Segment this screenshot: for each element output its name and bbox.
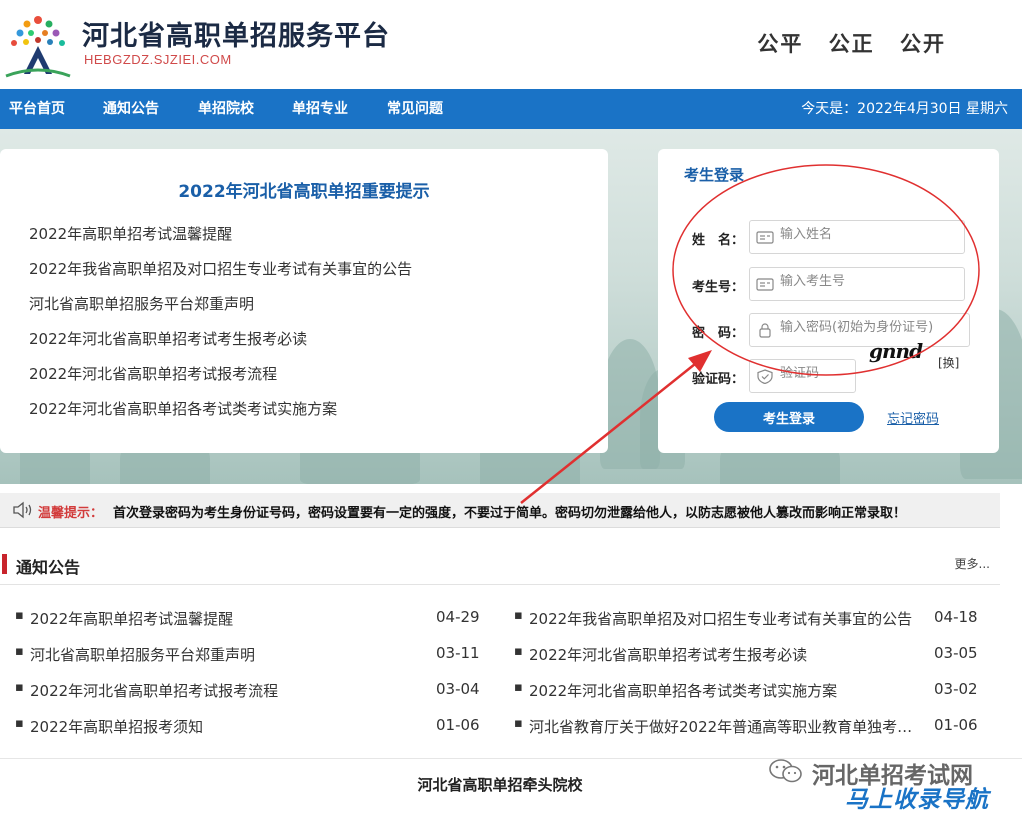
watermark-logo: 马上收录导航 [845, 787, 989, 813]
notice-item-title[interactable]: 2022年我省高职单招及对口招生专业考试有关事宜的公告 [529, 608, 934, 629]
slogan-item: 公平 [757, 31, 804, 56]
notice-item-date: 03-04 [436, 680, 480, 698]
name-input[interactable] [780, 227, 960, 242]
notice-item-date: 04-29 [436, 608, 480, 626]
tip-link[interactable]: 2022年高职单招考试温馨提醒 [29, 223, 412, 258]
notice-item[interactable]: ▪ 河北省教育厅关于做好2022年普通高等职业教育单独考… 01-06 [514, 714, 994, 750]
tips-title: 2022年河北省高职单招重要提示 [178, 182, 430, 202]
warm-tip-text: 首次登录密码为考生身份证号码，密码设置要有一定的强度，不要过于简单。密码切勿泄露… [113, 506, 907, 521]
bullet-icon: ▪ [15, 680, 24, 695]
notice-item[interactable]: ▪ 2022年河北省高职单招各考试类考试实施方案 03-02 [514, 678, 994, 714]
main-nav: 平台首页 通知公告 单招院校 单招专业 常见问题 今天是：2022年4月30日 … [0, 89, 1022, 129]
tip-link[interactable]: 2022年河北省高职单招考试考生报考必读 [29, 328, 412, 363]
notice-item[interactable]: ▪ 2022年我省高职单招及对口招生专业考试有关事宜的公告 04-18 [514, 606, 994, 642]
site-header: 河北省高职单招服务平台 HEBGZDZ.SJZIEI.COM 公平 公正 公开 [0, 0, 1022, 89]
password-input[interactable] [780, 320, 968, 335]
id-card-icon [756, 231, 774, 244]
site-logo-icon[interactable] [0, 6, 76, 82]
login-title: 考生登录 [684, 166, 745, 184]
bullet-icon: ▪ [514, 680, 523, 695]
nav-notices[interactable]: 通知公告 [103, 89, 159, 129]
site-title[interactable]: 河北省高职单招服务平台 [82, 14, 390, 53]
tip-link[interactable]: 2022年我省高职单招及对口招生专业考试有关事宜的公告 [29, 258, 412, 293]
notice-item[interactable]: ▪ 2022年高职单招考试温馨提醒 04-29 [15, 606, 485, 642]
hero-banner: 2022年河北省高职单招重要提示 2022年高职单招考试温馨提醒 2022年我省… [0, 129, 1022, 484]
bullet-icon: ▪ [514, 716, 523, 731]
notice-item-date: 01-06 [436, 716, 480, 734]
nav-majors[interactable]: 单招专业 [292, 89, 348, 129]
notice-item-title[interactable]: 2022年河北省高职单招考试报考流程 [30, 680, 420, 701]
tip-link[interactable]: 2022年河北省高职单招考试报考流程 [29, 363, 412, 398]
speaker-icon [13, 501, 32, 519]
notice-list-right: ▪ 2022年我省高职单招及对口招生专业考试有关事宜的公告 04-18 ▪ 20… [514, 606, 994, 750]
tip-link[interactable]: 河北省高职单招服务平台郑重声明 [29, 293, 412, 328]
captcha-input[interactable] [780, 366, 850, 381]
forgot-password-link[interactable]: 忘记密码 [887, 408, 939, 427]
notice-item-date: 01-06 [934, 716, 978, 734]
current-date: 今天是：2022年4月30日 星期六 [801, 101, 1008, 117]
login-button[interactable]: 考生登录 [714, 402, 864, 432]
candidate-id-label: 考生号： [692, 280, 745, 295]
shield-icon [757, 369, 773, 384]
site-domain: HEBGZDZ.SJZIEI.COM [84, 52, 232, 67]
notice-item-title[interactable]: 2022年高职单招报考须知 [30, 716, 420, 737]
nav-home[interactable]: 平台首页 [9, 89, 65, 129]
captcha-field[interactable] [749, 359, 856, 393]
slogan-item: 公开 [900, 31, 946, 56]
important-tips-card: 2022年河北省高职单招重要提示 2022年高职单招考试温馨提醒 2022年我省… [0, 149, 608, 453]
warm-tip-bar: 温馨提示： 首次登录密码为考生身份证号码，密码设置要有一定的强度，不要过于简单。… [0, 493, 1000, 528]
nav-schools[interactable]: 单招院校 [198, 89, 254, 129]
bullet-icon: ▪ [514, 644, 523, 659]
notice-more-link[interactable]: 更多... [955, 555, 990, 572]
password-label: 密 码： [692, 326, 745, 341]
password-field[interactable] [749, 313, 970, 347]
notice-section-header: 通知公告 更多... [0, 546, 1000, 585]
captcha-image[interactable]: gnnd [869, 339, 923, 363]
captcha-refresh-link[interactable]: [换] [938, 354, 959, 371]
notice-list-left: ▪ 2022年高职单招考试温馨提醒 04-29 ▪ 河北省高职单招服务平台郑重声… [15, 606, 485, 750]
notice-item-title[interactable]: 2022年河北省高职单招各考试类考试实施方案 [529, 680, 934, 701]
notice-item-date: 03-02 [934, 680, 978, 698]
bullet-icon: ▪ [15, 716, 24, 731]
notice-item-title[interactable]: 2022年河北省高职单招考试考生报考必读 [529, 644, 934, 665]
notice-section-title: 通知公告 [16, 558, 81, 577]
notice-item-date: 03-11 [436, 644, 480, 662]
notice-item-date: 03-05 [934, 644, 978, 662]
notice-item-date: 04-18 [934, 608, 978, 626]
section-accent-bar [2, 554, 7, 574]
candidate-id-input[interactable] [780, 274, 960, 289]
bullet-icon: ▪ [15, 608, 24, 623]
notice-item-title[interactable]: 河北省高职单招服务平台郑重声明 [30, 644, 420, 665]
notice-item[interactable]: ▪ 河北省高职单招服务平台郑重声明 03-11 [15, 642, 485, 678]
wechat-icon [769, 759, 802, 783]
captcha-label: 验证码： [692, 372, 745, 387]
site-slogan: 公平 公正 公开 [741, 28, 946, 58]
lock-icon [759, 323, 771, 338]
tips-list: 2022年高职单招考试温馨提醒 2022年我省高职单招及对口招生专业考试有关事宜… [29, 223, 412, 433]
notice-item[interactable]: ▪ 2022年河北省高职单招考试报考流程 03-04 [15, 678, 485, 714]
candidate-id-field[interactable] [749, 267, 965, 301]
nav-faq[interactable]: 常见问题 [387, 89, 443, 129]
notice-item[interactable]: ▪ 2022年高职单招报考须知 01-06 [15, 714, 485, 750]
tip-link[interactable]: 2022年河北省高职单招各考试类考试实施方案 [29, 398, 412, 433]
name-label: 姓 名： [692, 233, 745, 248]
name-field[interactable] [749, 220, 965, 254]
notice-item-title[interactable]: 2022年高职单招考试温馨提醒 [30, 608, 420, 629]
id-card-icon [756, 278, 774, 291]
warm-tip-label: 温馨提示： [38, 506, 104, 521]
login-card: 考生登录 姓 名： 考生号： 密 码： [658, 149, 999, 453]
slogan-item: 公正 [828, 31, 875, 56]
bullet-icon: ▪ [514, 608, 523, 623]
notice-item-title[interactable]: 河北省教育厅关于做好2022年普通高等职业教育单独考… [529, 716, 934, 737]
bullet-icon: ▪ [15, 644, 24, 659]
notice-item[interactable]: ▪ 2022年河北省高职单招考试考生报考必读 03-05 [514, 642, 994, 678]
